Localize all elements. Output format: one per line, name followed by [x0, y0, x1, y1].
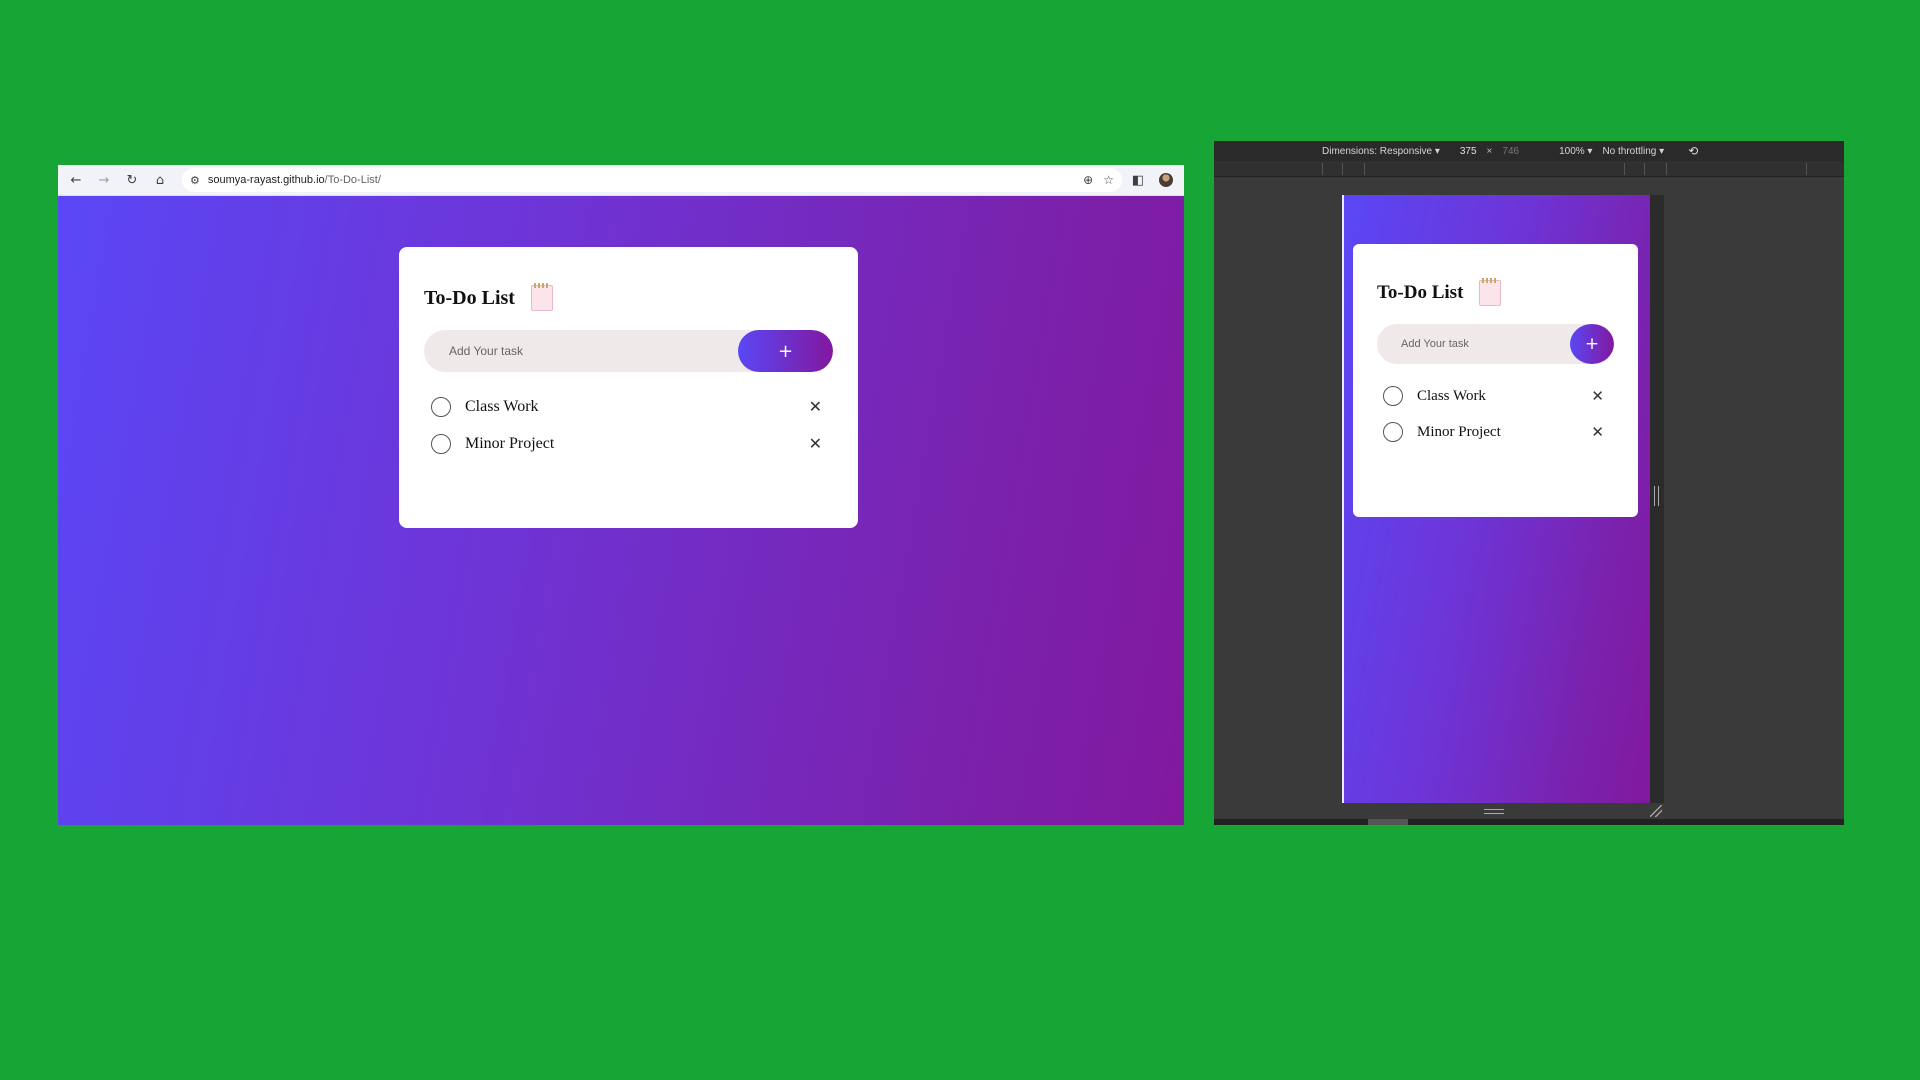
home-icon[interactable]: ⌂ [148, 168, 172, 192]
task-item[interactable]: Minor Project ✕ [424, 425, 833, 462]
page-title: To-Do List [424, 286, 515, 309]
rotate-icon[interactable]: ⟲ [1688, 144, 1698, 158]
task-checkbox[interactable] [431, 396, 451, 417]
back-icon[interactable]: ← [64, 168, 88, 192]
todo-card: To-Do List + Class Work ✕ Minor Project … [399, 247, 858, 528]
media-query-ruler[interactable] [1214, 161, 1844, 177]
page-title: To-Do List [1377, 282, 1464, 303]
profile-button[interactable] [1154, 168, 1178, 192]
browser-window: ← → ↻ ⌂ ⚙ soumya-rayast.github.io/To-Do-… [58, 165, 1184, 825]
device-toolbar: Dimensions: Responsive ▾ 375 × 746 100% … [1214, 141, 1844, 161]
task-label[interactable]: Class Work [1417, 388, 1591, 405]
page-viewport: To-Do List + Class Work ✕ Minor Project … [58, 196, 1184, 825]
throttling-dropdown[interactable]: No throttling ▾ [1602, 146, 1664, 157]
device-viewport: To-Do List + Class Work ✕ Minor Project … [1342, 195, 1650, 803]
zoom-icon[interactable]: ⊕ [1083, 173, 1093, 187]
task-checkbox[interactable] [431, 433, 451, 454]
side-panel-icon[interactable]: ◧ [1126, 168, 1150, 192]
task-input[interactable] [424, 344, 738, 358]
url-text[interactable]: soumya-rayast.github.io/To-Do-List/ [208, 174, 1075, 186]
task-label[interactable]: Class Work [465, 398, 809, 416]
dimensions-dropdown[interactable]: Dimensions: Responsive ▾ [1322, 146, 1440, 157]
task-item[interactable]: Minor Project ✕ [1377, 414, 1614, 450]
notepad-icon [530, 283, 553, 311]
bookmark-star-icon[interactable]: ☆ [1103, 173, 1114, 187]
task-label[interactable]: Minor Project [1417, 424, 1591, 441]
reload-icon[interactable]: ↻ [120, 168, 144, 192]
task-input-row: + [1377, 324, 1614, 364]
site-settings-icon[interactable]: ⚙ [190, 174, 200, 187]
viewport-height-field[interactable]: 746 [1502, 146, 1519, 157]
task-list: Class Work ✕ Minor Project ✕ [424, 388, 833, 462]
todo-header: To-Do List [1377, 278, 1614, 306]
zoom-dropdown[interactable]: 100% ▾ [1559, 146, 1592, 157]
viewport-width-field[interactable]: 375 [1460, 146, 1477, 157]
remove-task-icon[interactable]: ✕ [1591, 388, 1604, 404]
address-bar[interactable]: ⚙ soumya-rayast.github.io/To-Do-List/ ⊕ … [182, 168, 1122, 192]
remove-task-icon[interactable]: ✕ [809, 435, 822, 452]
task-input-row: + [424, 330, 833, 372]
todo-header: To-Do List [424, 283, 833, 311]
url-host: soumya-rayast.github.io [207, 174, 325, 186]
remove-task-icon[interactable]: ✕ [809, 398, 822, 415]
task-label[interactable]: Minor Project [465, 435, 809, 453]
resize-handle-bottom[interactable] [1484, 809, 1504, 814]
devtools-device-mode: Dimensions: Responsive ▾ 375 × 746 100% … [1214, 141, 1844, 825]
task-list: Class Work ✕ Minor Project ✕ [1377, 378, 1614, 450]
forward-icon[interactable]: → [92, 168, 116, 192]
devtools-scrollbar[interactable] [1214, 819, 1844, 825]
task-item[interactable]: Class Work ✕ [424, 388, 833, 425]
notepad-icon [1479, 278, 1502, 306]
add-task-button[interactable]: + [738, 330, 833, 372]
url-path: /To-Do-List/ [324, 174, 381, 186]
task-item[interactable]: Class Work ✕ [1377, 378, 1614, 414]
task-checkbox[interactable] [1383, 386, 1403, 406]
resize-corner-handle[interactable] [1650, 805, 1662, 817]
scrollbar-thumb[interactable] [1368, 819, 1408, 825]
add-task-button[interactable]: + [1570, 324, 1614, 364]
avatar-icon [1159, 173, 1173, 187]
dimension-separator: × [1486, 145, 1493, 157]
todo-card: To-Do List + Class Work ✕ Minor Project … [1353, 244, 1638, 517]
remove-task-icon[interactable]: ✕ [1591, 424, 1604, 440]
browser-toolbar: ← → ↻ ⌂ ⚙ soumya-rayast.github.io/To-Do-… [58, 165, 1184, 196]
resize-handle-right[interactable] [1654, 486, 1659, 506]
task-checkbox[interactable] [1383, 422, 1403, 442]
task-input[interactable] [1377, 338, 1570, 350]
